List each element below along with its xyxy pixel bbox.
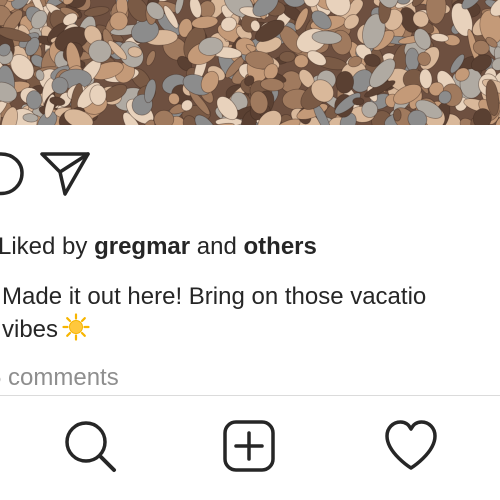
pebble (404, 47, 420, 72)
liked-by-user-link[interactable]: gregmar (94, 233, 190, 260)
plus-square-icon (223, 420, 275, 472)
likes-summary: Liked by gregmar and others (0, 231, 317, 263)
heart-icon (385, 420, 437, 470)
post-photo[interactable] (0, 0, 500, 125)
pebble (361, 101, 379, 118)
nav-activity-button[interactable] (381, 416, 441, 476)
pebble (293, 54, 309, 69)
bottom-navigation-bar (0, 395, 500, 500)
likes-prefix: Liked by (0, 233, 88, 260)
post-action-row (0, 148, 500, 204)
nav-search-button[interactable] (60, 416, 120, 476)
post-caption: Made it out here! Bring on those vacatio… (2, 281, 500, 346)
caption-line-2-text: vibes (2, 316, 59, 343)
pebble (89, 84, 107, 106)
paper-plane-icon[interactable] (38, 148, 92, 202)
pebble-beach-image (0, 0, 500, 125)
likes-others-link[interactable]: others (244, 233, 317, 260)
caption-line-1: Made it out here! Bring on those vacatio (2, 283, 427, 310)
pebble (392, 108, 402, 122)
sun-emoji-icon (62, 313, 90, 341)
view-comments-link[interactable]: 5 comments (0, 362, 119, 394)
pebble (352, 97, 365, 106)
comment-icon[interactable] (0, 148, 28, 202)
nav-create-button[interactable] (219, 416, 279, 476)
pebble (25, 90, 43, 110)
caption-line-2: vibes (2, 313, 500, 346)
likes-connector: and (196, 233, 237, 260)
search-icon (65, 421, 116, 472)
